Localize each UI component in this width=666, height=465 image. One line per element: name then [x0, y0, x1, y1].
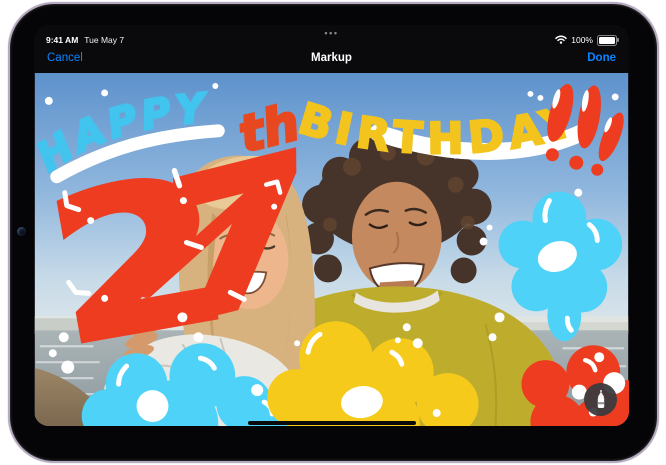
- markup-canvas[interactable]: HAPPY th BIRTHDAY 2 7: [34, 73, 629, 426]
- markup-nav-bar: Cancel Markup Done: [34, 47, 629, 73]
- home-indicator[interactable]: [248, 421, 416, 425]
- done-button[interactable]: Done: [587, 52, 616, 64]
- screen: 9:41 AM Tue May 7 ••• 100%: [34, 25, 629, 426]
- multitasking-indicator[interactable]: •••: [324, 30, 338, 36]
- marker-pen-icon: [592, 389, 610, 411]
- markup-pen-tool-button[interactable]: [584, 383, 617, 416]
- wifi-icon: [555, 35, 567, 46]
- status-time: 9:41 AM: [46, 35, 78, 45]
- screenshot-stage: 9:41 AM Tue May 7 ••• 100%: [0, 0, 666, 465]
- photo-scene: HAPPY th BIRTHDAY 2 7: [34, 73, 629, 426]
- status-date: Tue May 7: [84, 35, 124, 45]
- front-camera-icon: [17, 227, 26, 236]
- battery-percent: 100%: [571, 35, 593, 45]
- ipad-device-frame: 9:41 AM Tue May 7 ••• 100%: [8, 2, 659, 463]
- page-title: Markup: [34, 52, 629, 64]
- battery-icon: [597, 35, 617, 46]
